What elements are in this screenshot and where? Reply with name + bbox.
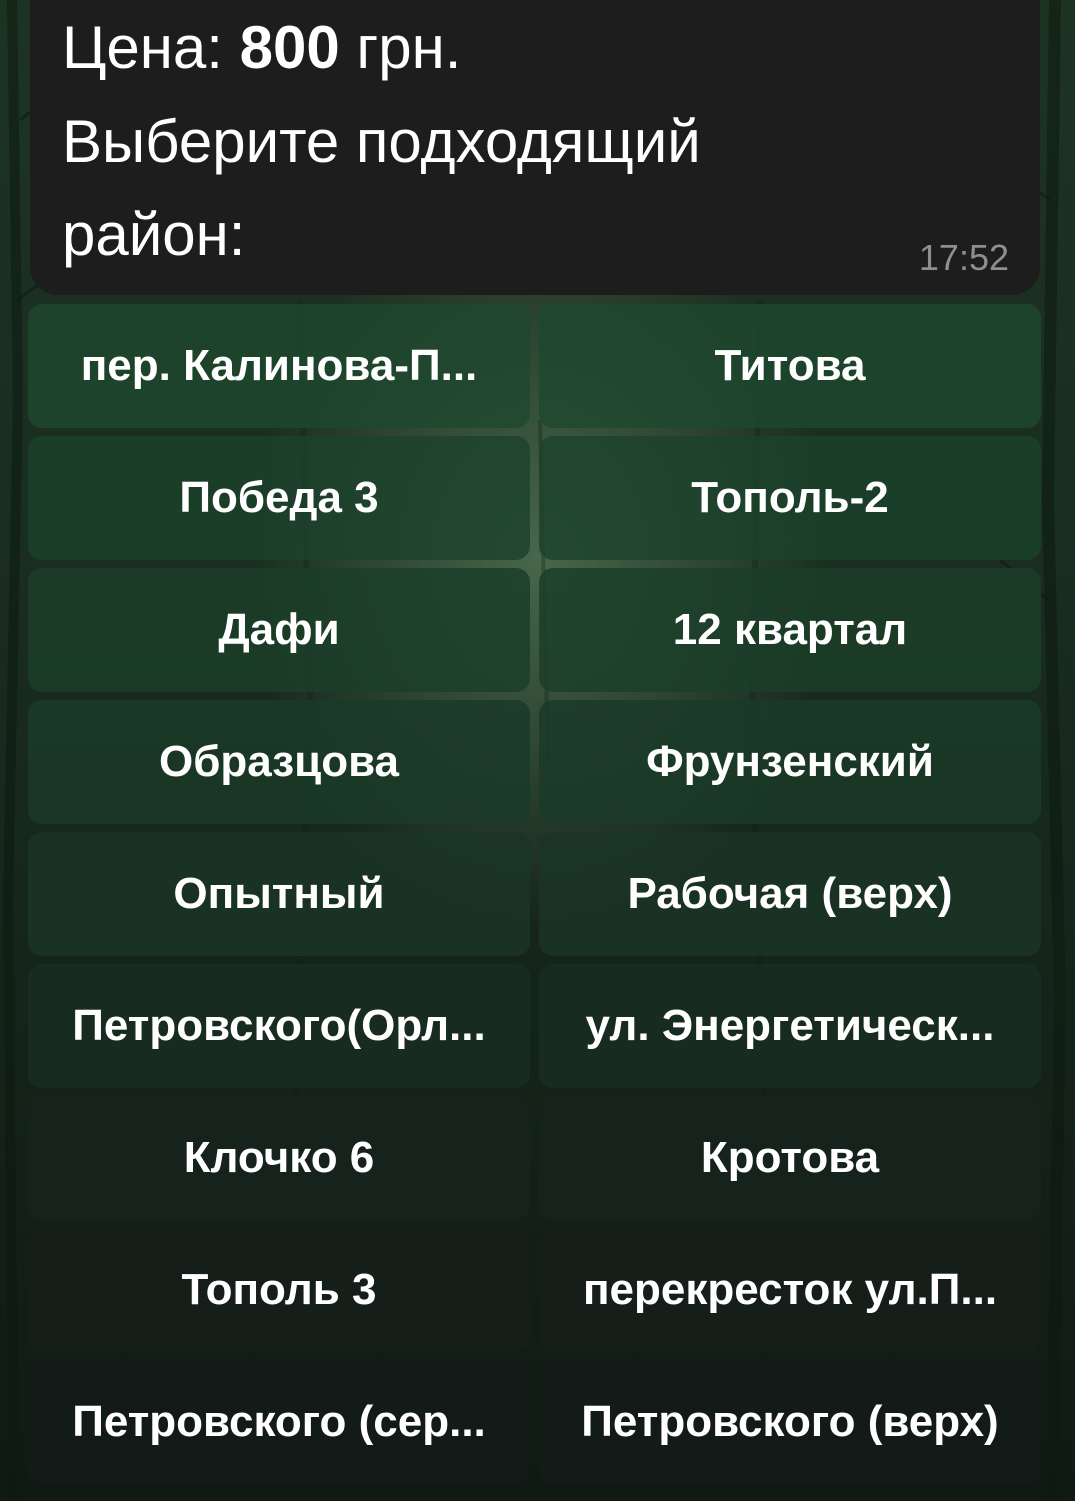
district-button[interactable]: Дафи: [28, 568, 530, 692]
district-button[interactable]: Клочко 6: [28, 1096, 530, 1220]
district-button[interactable]: Петровского (сер...: [28, 1360, 530, 1484]
inline-keyboard: пер. Калинова-П... Титова Победа 3 Топол…: [28, 304, 1041, 1484]
district-button[interactable]: Опытный: [28, 832, 530, 956]
price-currency: грн.: [356, 14, 462, 81]
district-button[interactable]: ул. Энергетическ...: [539, 964, 1041, 1088]
district-button[interactable]: Петровского (верх): [539, 1360, 1041, 1484]
district-button[interactable]: Титова: [539, 304, 1041, 428]
district-button[interactable]: пер. Калинова-П...: [28, 304, 530, 428]
district-button[interactable]: Образцова: [28, 700, 530, 824]
district-button[interactable]: Рабочая (верх): [539, 832, 1041, 956]
district-button[interactable]: 12 квартал: [539, 568, 1041, 692]
price-label: Цена:: [62, 14, 223, 81]
district-button[interactable]: Фрунзенский: [539, 700, 1041, 824]
price-value: 800: [239, 14, 340, 81]
district-button[interactable]: Тополь 3: [28, 1228, 530, 1352]
district-button[interactable]: перекресток ул.П...: [539, 1228, 1041, 1352]
prompt-line-1: Выберите подходящий: [62, 108, 701, 175]
district-button[interactable]: Победа 3: [28, 436, 530, 560]
prompt-line-2: район:: [62, 201, 246, 268]
message-time: 17:52: [918, 237, 1009, 278]
district-button[interactable]: Петровского(Орл...: [28, 964, 530, 1088]
price-line: Цена: 800 грн.: [62, 18, 461, 78]
district-button[interactable]: Кротова: [539, 1096, 1041, 1220]
district-button[interactable]: Тополь-2: [539, 436, 1041, 560]
